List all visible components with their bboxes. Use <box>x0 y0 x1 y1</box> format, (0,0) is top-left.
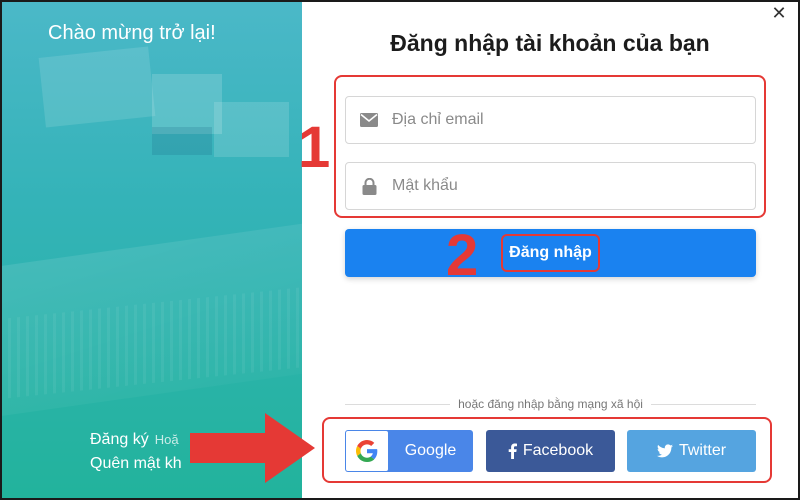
or-text: Hoặ <box>154 432 179 447</box>
background-photo <box>152 74 222 134</box>
step-number-2: 2 <box>446 223 479 288</box>
step-number-1: 1 <box>298 115 331 180</box>
social-divider: hoặc đăng nhập bằng mạng xã hội <box>345 396 756 412</box>
background-photo <box>38 46 156 128</box>
welcome-heading: Chào mừng trở lại! <box>48 22 216 44</box>
login-button-label: Đăng nhập <box>501 234 600 272</box>
register-link[interactable]: Đăng ký <box>90 431 149 448</box>
login-button[interactable]: Đăng nhập <box>345 229 756 277</box>
account-links: Đăng ký Hoặ Quên mật kh <box>90 428 182 476</box>
red-arrow-icon <box>190 413 315 483</box>
social-divider-label: hoặc đăng nhập bằng mạng xã hội <box>458 397 643 411</box>
form-title: Đăng nhập tài khoản của bạn <box>390 30 710 56</box>
social-highlight-box <box>322 417 772 483</box>
background-photo <box>152 127 212 155</box>
close-icon[interactable]: ✕ <box>770 4 788 22</box>
forgot-password-link[interactable]: Quên mật kh <box>90 452 182 476</box>
background-photo <box>214 102 289 157</box>
credentials-highlight-box <box>334 75 766 218</box>
